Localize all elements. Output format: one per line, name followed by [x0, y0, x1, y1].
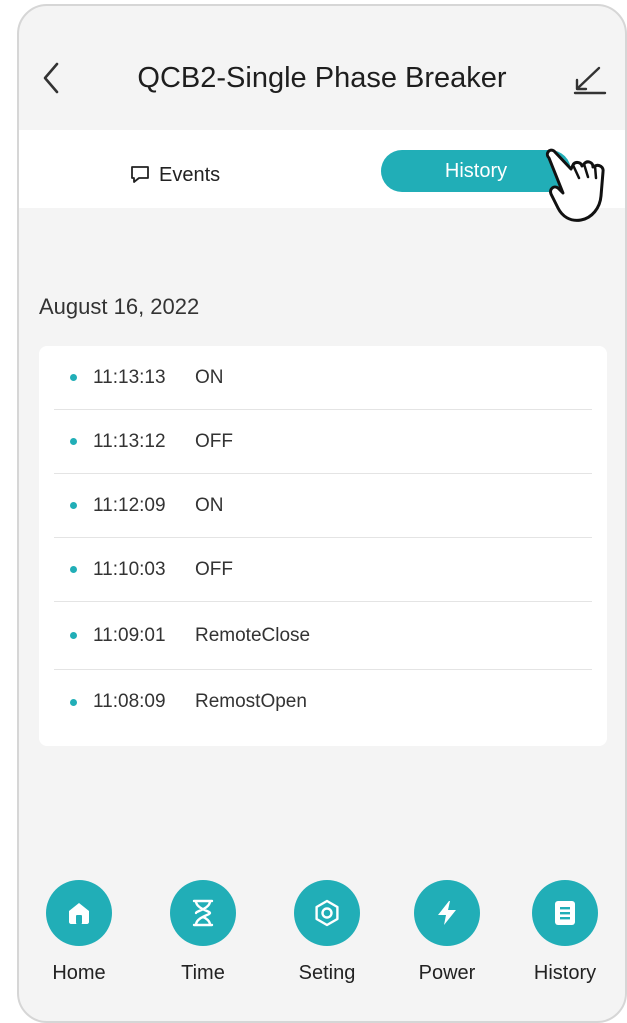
bullet-dot	[70, 632, 77, 639]
pointer-hand-icon	[545, 148, 605, 222]
pencil-icon	[573, 66, 607, 95]
nav-power-circle	[414, 880, 480, 946]
list-item: 11:09:01 RemoteClose	[54, 602, 592, 670]
edit-button[interactable]	[571, 60, 609, 100]
chevron-left-icon	[43, 62, 59, 94]
nav-power-label: Power	[418, 962, 476, 984]
list-item: 11:13:12 OFF	[54, 410, 592, 474]
nav-settings-circle	[294, 880, 360, 946]
nav-power[interactable]: Power	[397, 880, 497, 985]
entry-status: OFF	[195, 430, 233, 452]
nav-home-circle	[46, 880, 112, 946]
document-icon	[555, 901, 575, 925]
entry-status: RemoteClose	[195, 624, 311, 646]
back-button[interactable]	[33, 58, 69, 98]
bullet-dot	[70, 438, 77, 445]
entry-time: 11:09:01	[93, 624, 166, 646]
bullet-dot	[70, 698, 77, 706]
tab-events[interactable]: Events	[129, 160, 220, 190]
nav-settings-label: Seting	[298, 962, 356, 984]
bullet-dot	[70, 566, 77, 573]
bottom-nav: Home Time Seting Power History	[19, 880, 625, 1000]
list-item: 11:12:09 ON	[54, 474, 592, 538]
tab-bar: Events History	[19, 130, 625, 208]
bullet-dot	[70, 502, 77, 509]
entry-status: ON	[195, 494, 224, 516]
bullet-dot	[70, 374, 77, 381]
nav-history[interactable]: History	[515, 880, 615, 985]
nav-home[interactable]: Home	[29, 880, 129, 985]
nav-home-label: Home	[52, 962, 106, 984]
history-list: 11:13:13 ON 11:13:12 OFF 11:12:09 ON 11:…	[39, 346, 607, 746]
list-item: 11:10:03 OFF	[54, 538, 592, 602]
nav-time[interactable]: Time	[153, 880, 253, 985]
settings-icon	[315, 899, 339, 927]
phone-frame: QCB2-Single Phase Breaker Events History…	[17, 4, 627, 1023]
nav-history-label: History	[533, 962, 597, 984]
list-item: 11:08:09 RemostOpen	[54, 670, 592, 734]
hourglass-icon	[192, 899, 214, 927]
nav-history-circle	[532, 880, 598, 946]
tab-history-label: History	[444, 159, 508, 182]
entry-time: 11:12:09	[93, 494, 166, 516]
chat-bubble-icon	[131, 166, 149, 183]
entry-status: RemostOpen	[195, 691, 307, 712]
entry-time: 11:13:12	[93, 430, 166, 452]
header: QCB2-Single Phase Breaker	[19, 6, 625, 130]
entry-status: OFF	[195, 558, 233, 580]
nav-time-circle	[170, 880, 236, 946]
nav-settings[interactable]: Seting	[277, 880, 377, 985]
history-date: August 16, 2022	[39, 294, 200, 319]
entry-time: 11:13:13	[93, 366, 166, 388]
entry-time: 11:08:09	[93, 691, 166, 712]
page-title: QCB2-Single Phase Breaker	[137, 62, 507, 94]
entry-status: ON	[195, 366, 224, 388]
nav-time-label: Time	[181, 962, 225, 984]
list-item: 11:13:13 ON	[54, 346, 592, 410]
lightning-icon	[438, 901, 456, 925]
home-icon	[69, 903, 89, 924]
entry-time: 11:10:03	[93, 558, 166, 580]
tab-events-label: Events	[159, 163, 221, 186]
